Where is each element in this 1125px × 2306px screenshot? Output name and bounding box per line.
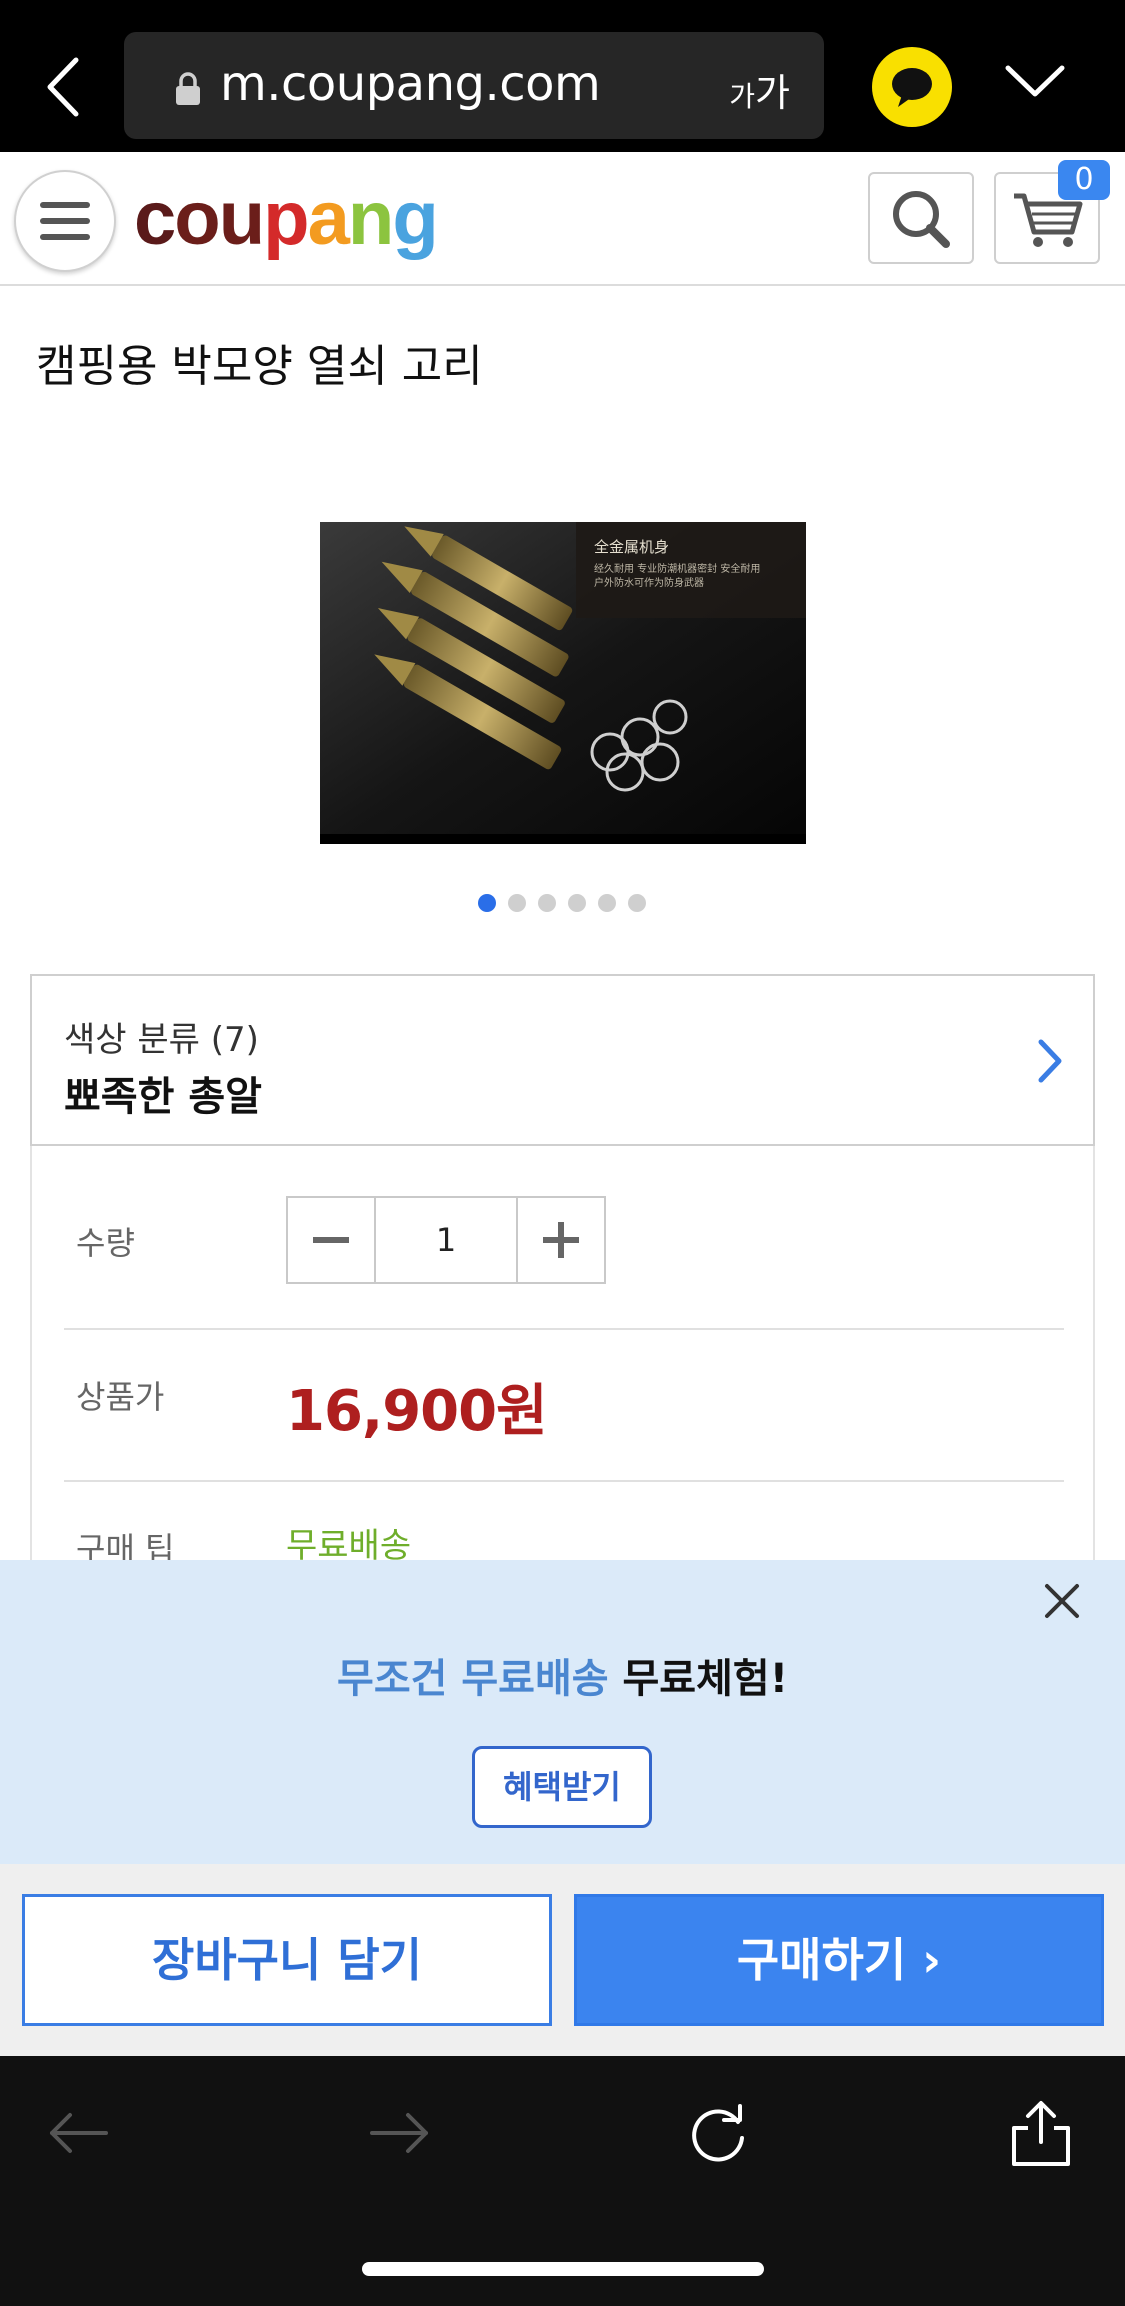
pagination-dot[interactable] [478, 894, 496, 912]
coupang-logo[interactable]: coupang [134, 174, 439, 264]
quantity-input[interactable]: 1 [376, 1198, 516, 1282]
browser-top-bar: m.coupang.com 가가 [0, 0, 1125, 152]
product-price: 16,900원 [286, 1379, 548, 1444]
quantity-label: 수량 [76, 1224, 135, 1262]
chevron-right-icon [1038, 1039, 1062, 1083]
product-title: 캠핑용 박모양 열쇠 고리 [36, 341, 483, 392]
back-button[interactable] [40, 52, 90, 122]
hamburger-menu-button[interactable] [14, 170, 116, 272]
speech-bubble-icon [892, 68, 932, 107]
url-text: m.coupang.com [220, 56, 601, 112]
pagination-dot[interactable] [568, 894, 586, 912]
svg-text:全金属机身: 全金属机身 [594, 538, 669, 556]
option-selector[interactable]: 색상 분류 (7) 뾰족한 총알 [30, 974, 1095, 1146]
get-benefit-button[interactable]: 혜택받기 [472, 1746, 652, 1828]
search-icon [893, 191, 950, 248]
purchase-details: 수량 1 상품가 16,900원 구매 팁 무료배송 [30, 1146, 1095, 1568]
hamburger-icon [40, 202, 90, 240]
quantity-increase-button[interactable] [516, 1198, 604, 1282]
home-indicator[interactable] [362, 2262, 764, 2276]
text-size-button[interactable]: 가가 [729, 62, 790, 117]
close-icon [1045, 1584, 1079, 1618]
add-to-cart-button[interactable]: 장바구니 담기 [22, 1894, 552, 2026]
refresh-icon[interactable] [684, 2098, 754, 2168]
chevron-left-icon [47, 57, 79, 117]
site-header: coupang 0 [0, 152, 1125, 286]
buy-now-button[interactable]: 구매하기 › [574, 1894, 1104, 2026]
option-label: 색상 분류 (7) [64, 1020, 259, 1060]
chevron-down-icon [1005, 65, 1065, 97]
pagination-dot[interactable] [538, 894, 556, 912]
pagination-dot[interactable] [628, 894, 646, 912]
pagination-dot[interactable] [598, 894, 616, 912]
product-image[interactable]: 全金属机身 经久耐用 专业防潮机器密封 安全耐用 户外防水可作为防身武器 [320, 522, 806, 844]
back-arrow-icon[interactable] [44, 2098, 114, 2168]
lock-icon [176, 72, 200, 105]
forward-arrow-icon[interactable] [364, 2098, 434, 2168]
option-value: 뾰족한 총알 [64, 1074, 262, 1120]
promo-close-button[interactable] [1037, 1576, 1087, 1626]
promo-headline: 무조건 무료배송 무료체험! [337, 1656, 788, 1702]
image-pagination [478, 894, 646, 914]
cart-count-badge: 0 [1058, 160, 1110, 200]
search-button[interactable] [868, 172, 974, 264]
more-menu-button[interactable] [1002, 58, 1068, 104]
divider [64, 1480, 1064, 1482]
free-shipping-promo-banner: 무조건 무료배송 무료체험! 혜택받기 [0, 1560, 1125, 1864]
pagination-dot[interactable] [508, 894, 526, 912]
share-icon[interactable] [1006, 2098, 1076, 2168]
svg-text:经久耐用 专业防潮机器密封 安全耐用: 经久耐用 专业防潮机器密封 安全耐用 [594, 562, 760, 575]
bullet-keychain-photo: 全金属机身 经久耐用 专业防潮机器密封 安全耐用 户外防水可作为防身武器 [320, 522, 806, 844]
quantity-stepper: 1 [286, 1196, 606, 1284]
cart-button[interactable]: 0 [994, 160, 1110, 264]
price-label: 상품가 [76, 1378, 165, 1416]
plus-icon [543, 1222, 579, 1258]
purchase-action-bar: 장바구니 담기 구매하기 › [0, 1864, 1125, 2056]
svg-text:户外防水可作为防身武器: 户外防水可作为防身武器 [594, 576, 704, 589]
minus-icon [313, 1237, 349, 1243]
address-bar[interactable]: m.coupang.com 가가 [124, 32, 824, 139]
quantity-decrease-button[interactable] [288, 1198, 376, 1282]
kakaotalk-share-button[interactable] [872, 47, 952, 127]
divider [64, 1328, 1064, 1330]
